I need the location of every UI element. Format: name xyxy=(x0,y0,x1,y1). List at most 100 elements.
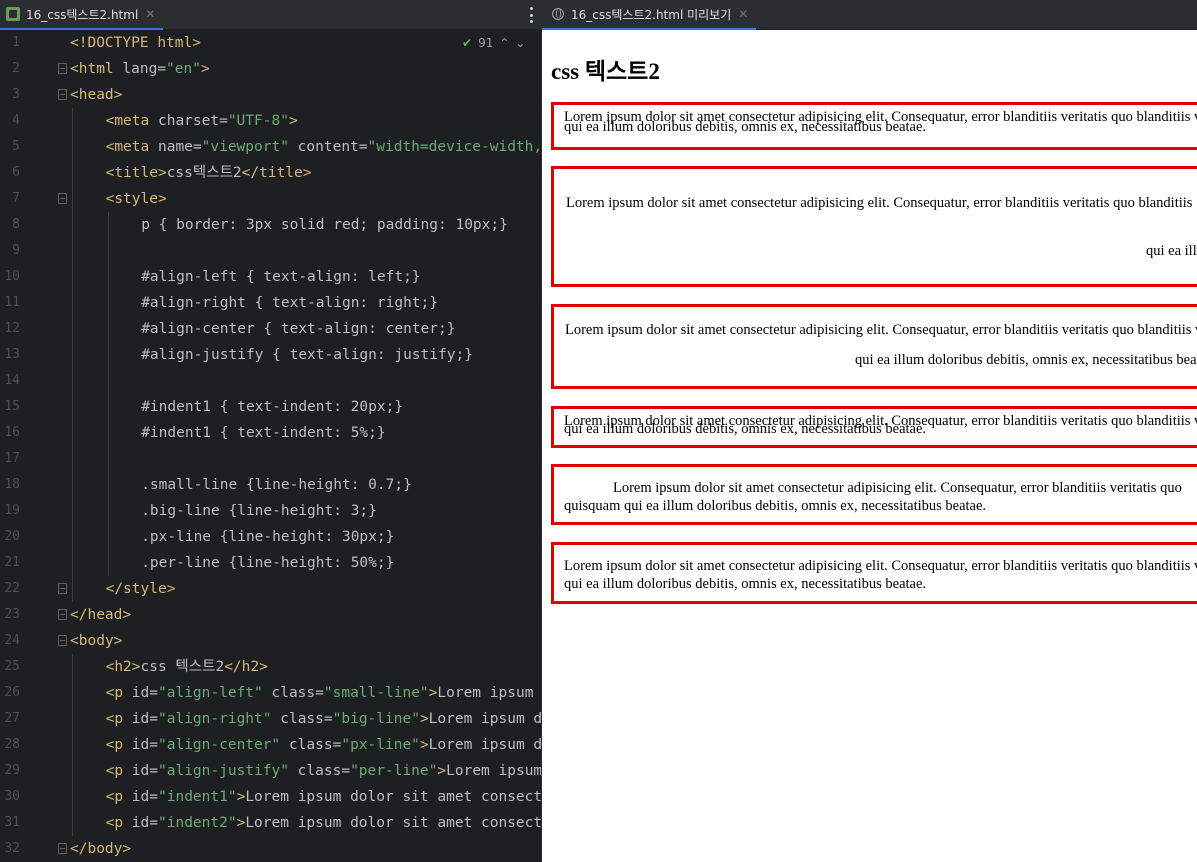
line-number[interactable]: 14 xyxy=(0,368,20,394)
code-line[interactable]: 19 .big-line {line-height: 3;} xyxy=(0,498,541,524)
code-token: "px-line" xyxy=(341,737,420,753)
preview-pane[interactable]: 16_css텍스트2.html 미리보기 ✕ css 텍스트2 Lorem ip… xyxy=(541,0,1197,862)
code-token: <p xyxy=(105,737,132,753)
code-token: id xyxy=(131,685,150,701)
code-line[interactable]: 1 <!DOCTYPE html> xyxy=(0,30,541,56)
code-token: Lorem ipsum dolor sit amet consectetur xyxy=(428,711,541,727)
close-icon[interactable]: ✕ xyxy=(738,7,748,21)
code-line[interactable]: 3 <head> xyxy=(0,82,541,108)
paragraph-line: qui ea illum doloribus debitis, omnis ex… xyxy=(564,576,927,592)
code-line[interactable]: 14 xyxy=(0,368,541,394)
code-text: <p id="align-justify" class="per-line">L… xyxy=(106,758,541,784)
line-number[interactable]: 9 xyxy=(0,238,20,264)
line-number[interactable]: 16 xyxy=(0,420,20,446)
code-line[interactable]: 13 #align-justify { text-align: justify;} xyxy=(0,342,541,368)
indent-guide xyxy=(72,810,73,836)
indent-guide xyxy=(72,498,73,524)
line-number[interactable]: 18 xyxy=(0,472,20,498)
code-text: <p id="indent2">Lorem ipsum dolor sit am… xyxy=(106,810,541,836)
fold-marker-icon[interactable] xyxy=(58,193,67,204)
line-number[interactable]: 13 xyxy=(0,342,20,368)
code-line[interactable]: 8 p { border: 3px solid red; padding: 10p… xyxy=(0,212,541,238)
code-line[interactable]: 29 <p id="align-justify" class="per-line"… xyxy=(0,758,541,784)
line-number[interactable]: 17 xyxy=(0,446,20,472)
more-options-icon[interactable] xyxy=(529,7,533,23)
code-line[interactable]: 22 </style> xyxy=(0,576,541,602)
code-line[interactable]: 7 <style> xyxy=(0,186,541,212)
editor-tab[interactable]: 16_css텍스트2.html ✕ xyxy=(0,0,164,30)
line-number[interactable]: 4 xyxy=(0,108,20,134)
code-line[interactable]: 2 <html lang="en"> xyxy=(0,56,541,82)
line-number[interactable]: 5 xyxy=(0,134,20,160)
indent-guide xyxy=(107,394,109,420)
code-line[interactable]: 24 <body> xyxy=(0,628,541,654)
code-text: </body> xyxy=(70,836,131,862)
indent-guide xyxy=(107,472,109,498)
line-number[interactable]: 29 xyxy=(0,758,20,784)
code-line[interactable]: 25 <h2>css 텍스트2</h2> xyxy=(0,654,541,680)
fold-marker-icon[interactable] xyxy=(58,63,67,74)
code-token: <head> xyxy=(70,87,123,103)
code-token: id xyxy=(131,737,150,753)
fold-marker-icon[interactable] xyxy=(58,609,67,620)
code-line[interactable]: 6 <title>css텍스트2</title> xyxy=(0,160,541,186)
code-line[interactable]: 15 #indent1 { text-indent: 20px;} xyxy=(0,394,541,420)
line-number[interactable]: 8 xyxy=(0,212,20,238)
code-line[interactable]: 30 <p id="indent1">Lorem ipsum dolor sit … xyxy=(0,784,541,810)
code-line[interactable]: 12 #align-center { text-align: center;} xyxy=(0,316,541,342)
code-text: <title>css텍스트2</title> xyxy=(106,160,312,186)
code-line[interactable]: 5 <meta name="viewport" content="width=de… xyxy=(0,134,541,160)
code-token: <html xyxy=(70,61,123,77)
fold-marker-icon[interactable] xyxy=(58,843,67,854)
line-number[interactable]: 31 xyxy=(0,810,20,836)
line-number[interactable]: 11 xyxy=(0,290,20,316)
line-number[interactable]: 1 xyxy=(0,30,20,56)
code-line[interactable]: 26 <p id="align-left" class="small-line">… xyxy=(0,680,541,706)
code-token: <style> xyxy=(105,191,167,207)
fold-marker-icon[interactable] xyxy=(58,583,67,594)
code-line[interactable]: 17 xyxy=(0,446,541,472)
fold-marker-icon[interactable] xyxy=(58,89,67,100)
code-token: <p xyxy=(105,685,132,701)
code-line[interactable]: 32 </body> xyxy=(0,836,541,862)
code-line[interactable]: 21 .per-line {line-height: 50%;} xyxy=(0,550,541,576)
code-editor-pane[interactable]: 16_css텍스트2.html ✕ ✔ 91 ⌃ ⌄ 1 <!DOCTYPE ht… xyxy=(0,0,541,862)
code-line[interactable]: 28 <p id="align-center" class="px-line">L… xyxy=(0,732,541,758)
line-number[interactable]: 19 xyxy=(0,498,20,524)
line-number[interactable]: 32 xyxy=(0,836,20,862)
code-line[interactable]: 4 <meta charset="UTF-8"> xyxy=(0,108,541,134)
code-line[interactable]: 16 #indent1 { text-indent: 5%;} xyxy=(0,420,541,446)
line-number[interactable]: 20 xyxy=(0,524,20,550)
code-token: <meta xyxy=(105,139,158,155)
code-line[interactable]: 10 #align-left { text-align: left;} xyxy=(0,264,541,290)
code-line[interactable]: 31 <p id="indent2">Lorem ipsum dolor sit … xyxy=(0,810,541,836)
line-number[interactable]: 22 xyxy=(0,576,20,602)
code-text: #align-left { text-align: left;} xyxy=(141,264,420,290)
line-number[interactable]: 23 xyxy=(0,602,20,628)
line-number[interactable]: 21 xyxy=(0,550,20,576)
line-number[interactable]: 3 xyxy=(0,82,20,108)
line-number[interactable]: 25 xyxy=(0,654,20,680)
code-line[interactable]: 11 #align-right { text-align: right;} xyxy=(0,290,541,316)
code-line[interactable]: 20 .px-line {line-height: 30px;} xyxy=(0,524,541,550)
line-number[interactable]: 30 xyxy=(0,784,20,810)
line-number[interactable]: 26 xyxy=(0,680,20,706)
code-line[interactable]: 18 .small-line {line-height: 0.7;} xyxy=(0,472,541,498)
preview-tab[interactable]: 16_css텍스트2.html 미리보기 ✕ xyxy=(542,0,757,30)
code-line[interactable]: 23 </head> xyxy=(0,602,541,628)
line-number[interactable]: 28 xyxy=(0,732,20,758)
line-number[interactable]: 15 xyxy=(0,394,20,420)
line-number[interactable]: 10 xyxy=(0,264,20,290)
close-icon[interactable]: ✕ xyxy=(145,7,155,21)
line-number[interactable]: 24 xyxy=(0,628,20,654)
line-number[interactable]: 2 xyxy=(0,56,20,82)
fold-marker-icon[interactable] xyxy=(58,635,67,646)
code-line[interactable]: 27 <p id="align-right" class="big-line">L… xyxy=(0,706,541,732)
paragraph-line: Lorem ipsum dolor sit amet consectetur a… xyxy=(613,480,1182,496)
line-number[interactable]: 6 xyxy=(0,160,20,186)
line-number[interactable]: 12 xyxy=(0,316,20,342)
indent-guide xyxy=(72,264,73,290)
code-line[interactable]: 9 xyxy=(0,238,541,264)
line-number[interactable]: 7 xyxy=(0,186,20,212)
line-number[interactable]: 27 xyxy=(0,706,20,732)
